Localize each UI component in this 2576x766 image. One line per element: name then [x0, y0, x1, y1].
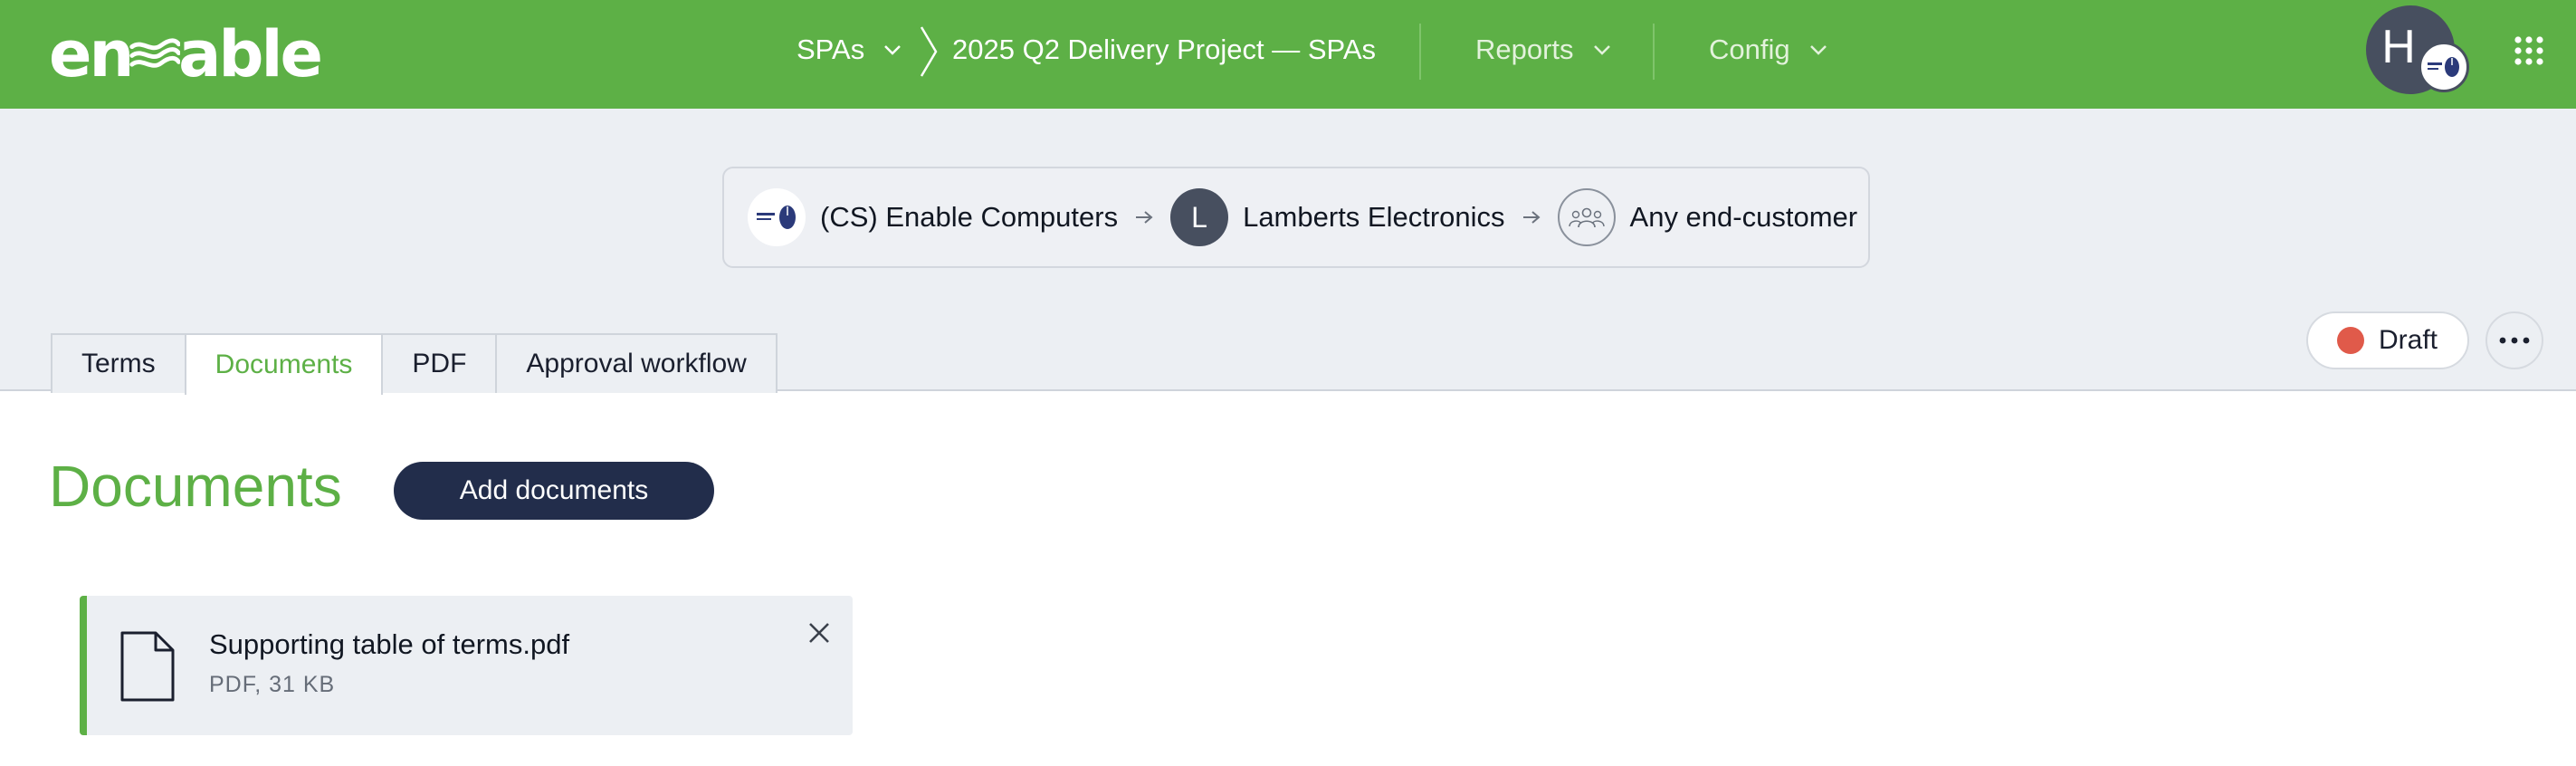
party-distributor-name: Lamberts Electronics: [1243, 201, 1505, 233]
status-label: Draft: [2379, 325, 2438, 355]
status-badge[interactable]: Draft: [2306, 311, 2469, 369]
enable-computers-mini-logo-icon: [2428, 57, 2459, 77]
nav-spas-label: SPAs: [797, 34, 865, 65]
arrow-right-icon: [1522, 211, 1541, 224]
add-documents-button[interactable]: Add documents: [394, 462, 714, 520]
nav-divider: [1419, 24, 1421, 80]
nav-spas[interactable]: SPAs: [797, 0, 902, 100]
nav-config-label: Config: [1709, 34, 1790, 65]
distributor-initial: L: [1191, 200, 1207, 234]
file-icon: [120, 631, 175, 702]
close-icon[interactable]: [806, 619, 833, 646]
company-badge-icon: [2419, 42, 2469, 92]
parties-flow: (CS) Enable Computers L Lamberts Electro…: [722, 167, 1870, 268]
page-title: Documents: [49, 454, 342, 519]
more-icon: [2499, 337, 2530, 344]
user-initial: H: [2381, 21, 2416, 73]
more-options-button[interactable]: [2485, 311, 2543, 369]
document-name[interactable]: Supporting table of terms.pdf: [209, 628, 569, 661]
nav-config[interactable]: Config: [1709, 0, 1828, 100]
chevron-down-icon: [1593, 45, 1610, 55]
subheader: (CS) Enable Computers L Lamberts Electro…: [0, 109, 2576, 395]
nav-divider: [1653, 24, 1655, 80]
chevron-down-icon: [884, 45, 902, 55]
nav-project-label: 2025 Q2 Delivery Project — SPAs: [952, 34, 1377, 65]
apps-grid-icon[interactable]: [2514, 36, 2543, 65]
tab-approval-workflow[interactable]: Approval workflow: [495, 333, 778, 393]
nav-reports-label: Reports: [1475, 34, 1574, 65]
logo-text-left: en: [49, 17, 134, 91]
logo-wave-icon: [129, 38, 181, 68]
distributor-avatar: L: [1170, 188, 1229, 246]
group-icon: [1557, 188, 1616, 246]
breadcrumb-chevron-icon: [920, 26, 938, 77]
tab-bar: Terms Documents PDF Approval workflow: [51, 333, 778, 395]
party-from-name: (CS) Enable Computers: [820, 201, 1119, 233]
logo-text-right: able: [178, 17, 323, 91]
party-to-name: Any end-customer: [1629, 201, 1858, 233]
enable-computers-logo-icon: [748, 188, 806, 246]
top-bar: en able SPAs 2025 Q2 Delivery Project — …: [0, 0, 2576, 109]
tab-documents[interactable]: Documents: [184, 333, 384, 395]
nav-reports[interactable]: Reports: [1475, 0, 1612, 100]
document-meta: PDF, 31 KB: [209, 672, 336, 697]
enable-logo[interactable]: en able: [49, 13, 323, 96]
chevron-down-icon: [1809, 45, 1827, 55]
arrow-right-icon: [1136, 211, 1153, 224]
tab-pdf[interactable]: PDF: [381, 333, 498, 393]
tab-terms[interactable]: Terms: [51, 333, 186, 393]
status-dot: [2337, 327, 2364, 354]
nav-project[interactable]: 2025 Q2 Delivery Project — SPAs: [952, 0, 1376, 100]
document-card[interactable]: Supporting table of terms.pdf PDF, 31 KB: [80, 596, 853, 735]
